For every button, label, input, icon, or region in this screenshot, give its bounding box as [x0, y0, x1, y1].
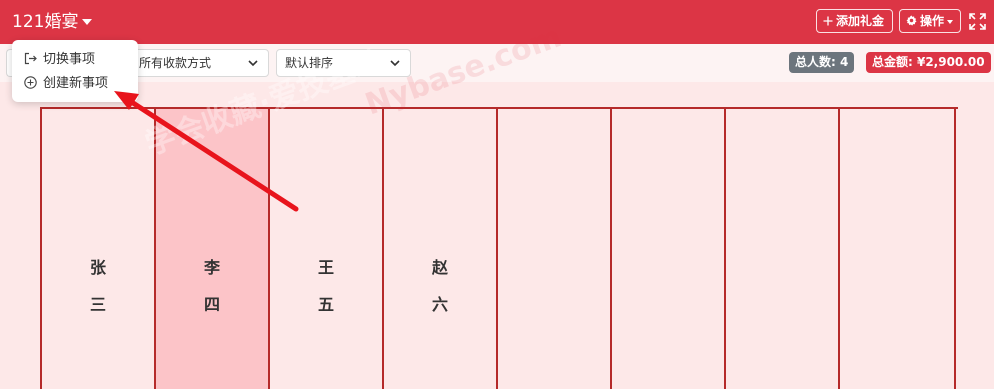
caret-down-icon: [947, 19, 954, 24]
menu-item-create-event[interactable]: 创建新事项: [24, 73, 108, 95]
guest-name-char: 赵: [431, 258, 448, 277]
event-title: 121婚宴: [12, 12, 79, 32]
guest-name-char: 王: [317, 258, 334, 277]
menu-item-label: 创建新事项: [43, 76, 109, 91]
guest-name-char: 三: [89, 295, 106, 314]
guest-column-empty[interactable]: [610, 109, 724, 389]
payment-method-select[interactable]: 所有收款方式: [130, 49, 269, 77]
plus-circle-icon: [24, 76, 37, 89]
add-gift-label: 添加礼金: [836, 14, 885, 28]
total-people-badge: 总人数: 4: [789, 52, 855, 73]
sort-order-select[interactable]: 默认排序: [276, 49, 411, 77]
guest-name-char: 张: [89, 258, 106, 277]
guest-name-char: 五: [317, 295, 334, 314]
guest-column-selected[interactable]: 李 四: [154, 109, 268, 389]
guest-column[interactable]: 赵 六: [382, 109, 496, 389]
fullscreen-icon[interactable]: [969, 13, 986, 30]
chevron-down-icon: [248, 60, 258, 67]
guest-column[interactable]: 张 三: [40, 109, 154, 389]
plus-icon: [823, 16, 833, 25]
guest-name-char: 李: [203, 258, 220, 277]
gift-book-board: 张 三 李 四 王 五 赵 六: [40, 107, 958, 389]
gear-icon: [906, 15, 917, 26]
event-switcher[interactable]: 121婚宴: [12, 10, 93, 34]
guest-name-char: 六: [431, 295, 448, 314]
payment-method-value: 所有收款方式: [139, 56, 212, 70]
operations-button[interactable]: 操作: [899, 9, 961, 33]
chevron-down-icon: [390, 60, 400, 67]
guest-column-empty[interactable]: [838, 109, 956, 389]
switch-icon: [24, 52, 37, 65]
guest-name-char: 四: [203, 295, 220, 314]
event-dropdown-menu: 切换事项 创建新事项: [12, 40, 138, 102]
menu-item-label: 切换事项: [43, 52, 96, 67]
operations-label: 操作: [920, 14, 945, 28]
caret-down-icon: [82, 19, 93, 25]
total-amount-badge: 总金额: ¥2,900.00: [866, 52, 991, 73]
guest-column[interactable]: 王 五: [268, 109, 382, 389]
menu-item-switch-event[interactable]: 切换事项: [24, 49, 95, 71]
guest-column-empty[interactable]: [496, 109, 610, 389]
add-gift-button[interactable]: 添加礼金: [816, 9, 893, 33]
guest-column-empty[interactable]: [724, 109, 838, 389]
top-navbar: 121婚宴 添加礼金 操作: [0, 0, 994, 44]
sort-order-value: 默认排序: [285, 56, 334, 70]
